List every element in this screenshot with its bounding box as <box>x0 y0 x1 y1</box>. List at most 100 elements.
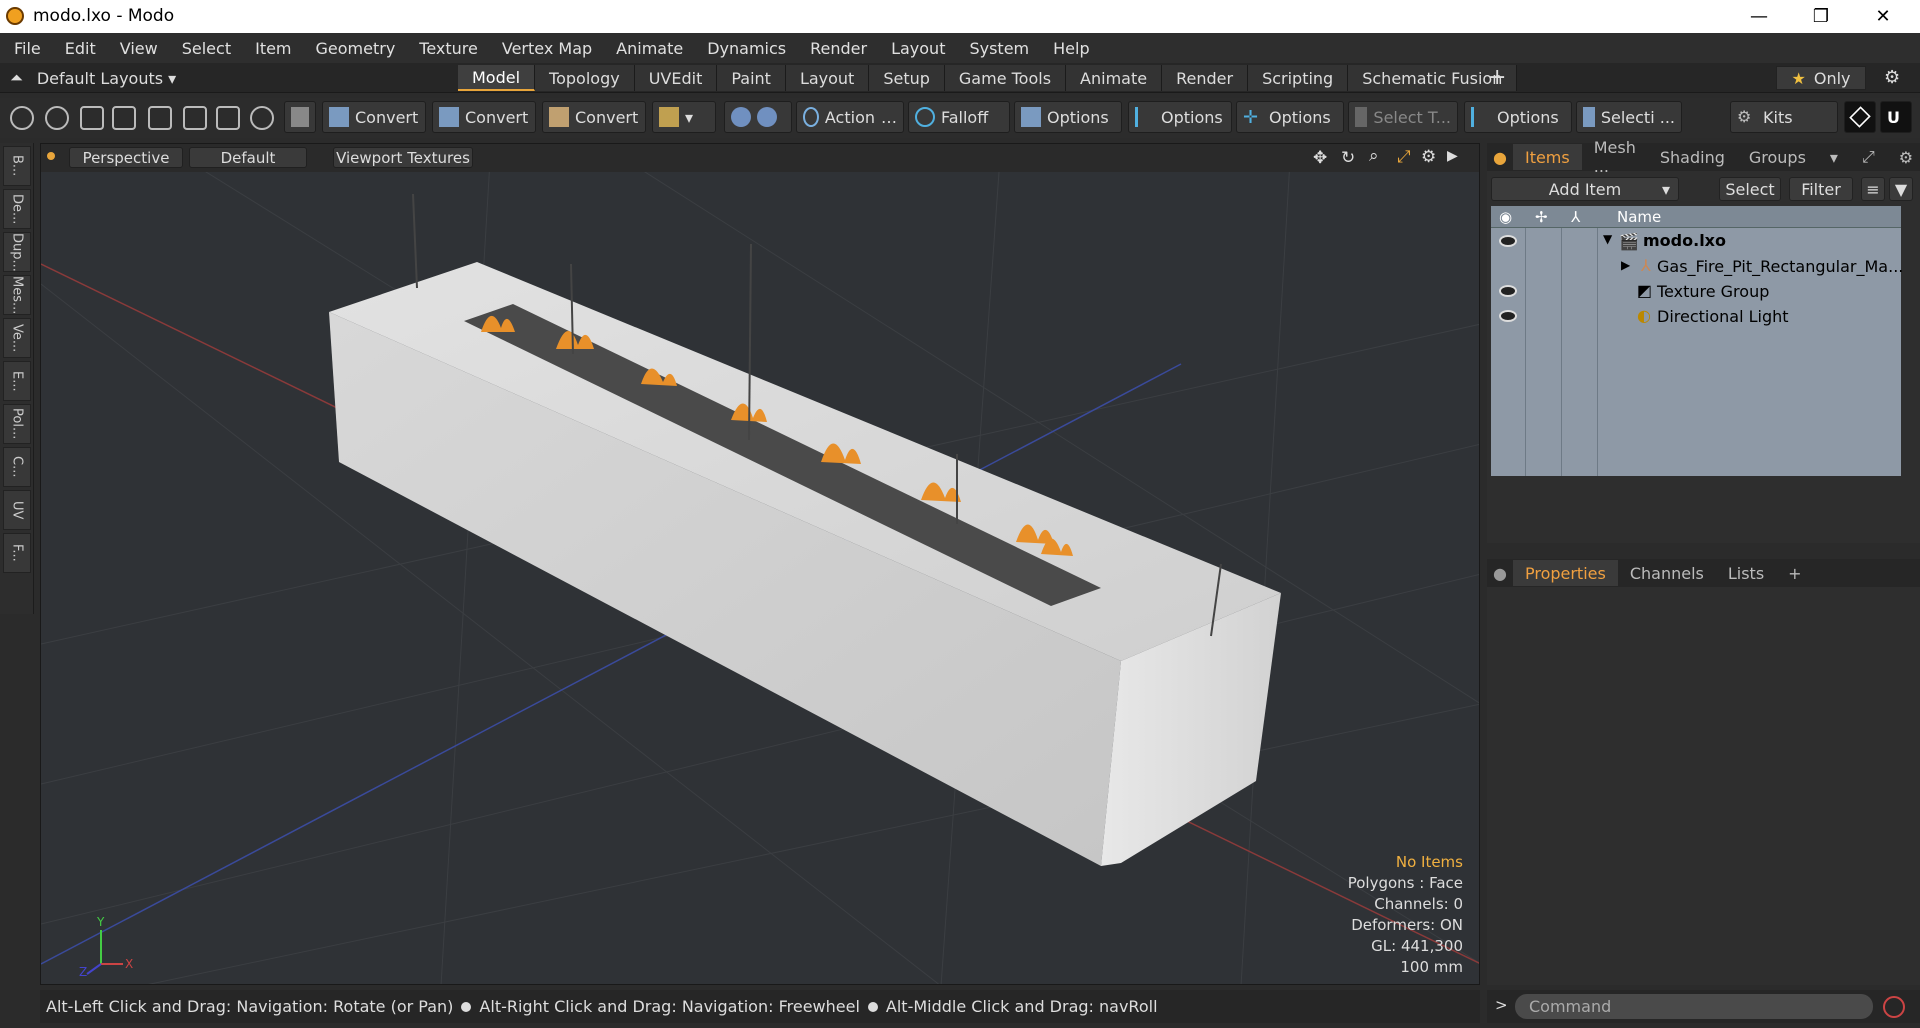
left-tab-curve[interactable]: C... <box>3 447 31 487</box>
tab-paint[interactable]: Paint <box>717 65 786 91</box>
3d-viewport[interactable]: Y X Z Perspective Default Viewport Textu… <box>40 143 1480 985</box>
tab-mesh[interactable]: Mesh ... <box>1582 138 1648 176</box>
menu-file[interactable]: File <box>0 39 53 58</box>
select-brush-icon[interactable] <box>112 106 136 130</box>
record-icon[interactable] <box>1883 996 1905 1018</box>
close-button[interactable]: ✕ <box>1852 0 1914 33</box>
fit-icon[interactable]: ⤢ <box>1397 147 1411 167</box>
left-tab-fusion[interactable]: F... <box>3 533 31 573</box>
command-input[interactable]: Command <box>1515 994 1873 1019</box>
panel-expand-icon[interactable]: ⤢ <box>1850 147 1887 167</box>
tree-row-mesh[interactable]: ▶ ⅄ Gas_Fire_Pit_Rectangular_Ma... <box>1491 255 1903 280</box>
left-tab-vertex[interactable]: Ve... <box>3 318 31 358</box>
default-layouts-dropdown[interactable]: Default Layouts ▾ <box>37 69 176 88</box>
zoom-icon[interactable]: ⌕ <box>1369 146 1379 166</box>
options-button-4[interactable]: Options <box>1464 101 1572 133</box>
maximize-button[interactable]: ❐ <box>1790 0 1852 33</box>
tab-properties[interactable]: Properties <box>1512 560 1618 586</box>
eye-icon[interactable] <box>1499 285 1517 297</box>
menu-texture[interactable]: Texture <box>407 39 490 58</box>
select-button[interactable]: Select <box>1719 177 1781 201</box>
lock-column-icon[interactable]: ✢ <box>1535 208 1548 226</box>
convert-button-2[interactable]: Convert <box>432 101 536 133</box>
only-button[interactable]: ★ Only <box>1776 66 1866 90</box>
viewport-scene[interactable]: Y X Z <box>41 144 1480 985</box>
left-tab-deform[interactable]: De... <box>3 189 31 229</box>
options-button-3[interactable]: ✛ Options <box>1236 101 1344 133</box>
tab-setup[interactable]: Setup <box>869 65 945 91</box>
select-globe-icon[interactable] <box>45 106 69 130</box>
axes-column-icon[interactable]: ⅄ <box>1571 208 1580 226</box>
list-options-icon[interactable]: ≡ <box>1861 177 1885 201</box>
unreal-icon[interactable]: U <box>1880 101 1912 133</box>
layout-up-icon[interactable]: ⏶ <box>10 68 23 88</box>
visibility-column-icon[interactable]: ◉ <box>1499 208 1512 226</box>
menu-render[interactable]: Render <box>798 39 879 58</box>
rotate-icon[interactable]: ↻ <box>1341 148 1355 168</box>
left-tab-edge[interactable]: E... <box>3 361 31 401</box>
add-item-button[interactable]: Add Item ▾ <box>1491 177 1679 201</box>
symmetry-toggle[interactable] <box>724 101 792 133</box>
selection-sets-button[interactable]: Selecti ... <box>1576 101 1682 133</box>
fire-pit-mesh[interactable] <box>329 262 1281 866</box>
panel-gear-icon[interactable]: ⚙ <box>1887 148 1920 167</box>
tab-uvedit[interactable]: UVEdit <box>634 65 718 91</box>
funnel-icon[interactable]: ▼ <box>1889 177 1913 201</box>
falloff-button[interactable]: Falloff <box>908 101 1010 133</box>
eye-icon[interactable] <box>1499 310 1517 322</box>
select-vertices-icon[interactable] <box>10 106 34 130</box>
tab-animate[interactable]: Animate <box>1066 65 1163 91</box>
add-tab-button[interactable]: + <box>1488 65 1506 90</box>
tab-scripting[interactable]: Scripting <box>1248 65 1349 91</box>
expand-arrow-icon[interactable]: ▶ <box>1447 148 1458 164</box>
tab-topology[interactable]: Topology <box>535 65 635 91</box>
menu-view[interactable]: View <box>108 39 170 58</box>
tab-layout[interactable]: Layout <box>785 65 870 91</box>
convert-button-3[interactable]: Convert <box>542 101 646 133</box>
options-button-1[interactable]: Options <box>1014 101 1122 133</box>
tab-shading[interactable]: Shading <box>1648 148 1737 167</box>
tab-channels[interactable]: Channels <box>1618 564 1716 583</box>
pan-icon[interactable]: ✥ <box>1313 148 1327 168</box>
panel-dot-icon[interactable]: ● <box>1487 148 1513 167</box>
menu-layout[interactable]: Layout <box>879 39 957 58</box>
left-tab-mesh[interactable]: Mes... <box>3 275 31 315</box>
menu-animate[interactable]: Animate <box>604 39 695 58</box>
options-button-2[interactable]: Options <box>1128 101 1232 133</box>
select-pen-icon[interactable] <box>80 106 104 130</box>
tree-row-directional-light[interactable]: ◐ Directional Light <box>1491 305 1901 330</box>
left-tab-uv[interactable]: UV <box>3 490 31 530</box>
left-tab-polygon[interactable]: Pol... <box>3 404 31 444</box>
minimize-button[interactable]: — <box>1728 0 1790 33</box>
select-polygons-icon[interactable] <box>183 106 207 130</box>
tab-lists[interactable]: Lists <box>1716 564 1776 583</box>
panel-dot-icon[interactable]: ● <box>1487 564 1513 583</box>
menu-geometry[interactable]: Geometry <box>304 39 408 58</box>
select-items-icon[interactable] <box>216 106 240 130</box>
perspective-button[interactable]: Perspective <box>69 147 183 168</box>
viewport-textures-button[interactable]: Viewport Textures <box>333 147 473 168</box>
select-materials-icon[interactable] <box>250 106 274 130</box>
viewport-gear-icon[interactable]: ⚙ <box>1421 147 1436 167</box>
expand-arrow-icon[interactable]: ▶ <box>1621 258 1630 272</box>
kits-button[interactable]: ⚙ Kits <box>1730 101 1838 133</box>
menu-help[interactable]: Help <box>1041 39 1101 58</box>
select-edges-icon[interactable] <box>148 106 172 130</box>
add-panel-tab-button[interactable]: + <box>1776 564 1813 583</box>
tab-items[interactable]: Items <box>1512 144 1582 170</box>
menu-item[interactable]: Item <box>243 39 303 58</box>
tree-row-scene[interactable]: ▼ 🎬 modo.lxo <box>1491 230 1901 255</box>
select-through-button[interactable]: Select T... <box>1348 101 1458 133</box>
menu-select[interactable]: Select <box>170 39 243 58</box>
left-tab-duplicate[interactable]: Dup... <box>3 232 31 272</box>
workplane-dropdown[interactable]: ▾ <box>652 101 716 133</box>
name-column-header[interactable]: Name <box>1617 208 1661 226</box>
tab-model[interactable]: Model <box>458 65 536 91</box>
cube-icon[interactable] <box>284 101 316 133</box>
tab-game-tools[interactable]: Game Tools <box>944 65 1067 91</box>
tab-groups[interactable]: Groups <box>1737 148 1818 167</box>
convert-button-1[interactable]: Convert <box>322 101 426 133</box>
action-center-button[interactable]: Action… <box>796 101 904 133</box>
menu-edit[interactable]: Edit <box>53 39 108 58</box>
menu-dynamics[interactable]: Dynamics <box>695 39 798 58</box>
